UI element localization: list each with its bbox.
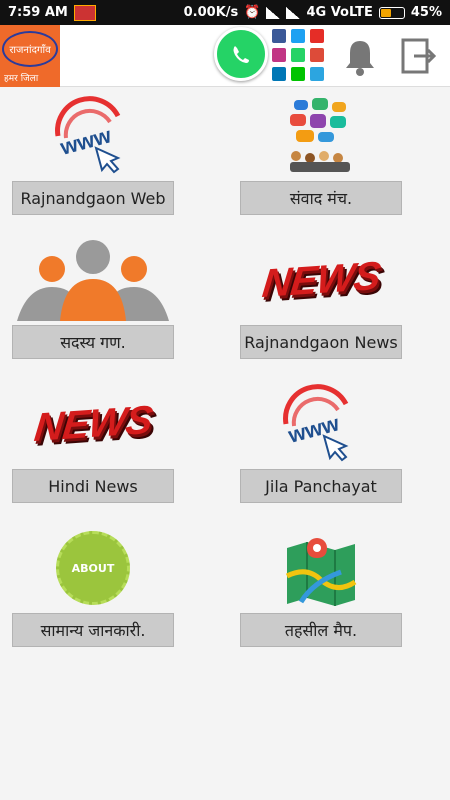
- members-icon: [12, 239, 174, 321]
- twitter-icon[interactable]: [291, 29, 305, 43]
- battery-icon: [378, 6, 405, 19]
- telegram-icon[interactable]: [310, 67, 324, 81]
- news-graphic: NEWS: [260, 253, 382, 306]
- linkedin-icon[interactable]: [272, 67, 286, 81]
- net-speed: 0.00K/s: [183, 5, 239, 20]
- tile-label: सामान्य जानकारी.: [12, 613, 174, 647]
- app-logo[interactable]: राजनांदगाँव हमर जिला: [0, 25, 60, 87]
- about-graphic: ABOUT: [56, 531, 130, 605]
- tile-label: Jila Panchayat: [240, 469, 402, 503]
- alarm-icon: ⏰: [244, 5, 261, 20]
- tile-label: Rajnandgaon News: [240, 325, 402, 359]
- notification-bell-icon[interactable]: [342, 37, 378, 77]
- news-icon: NEWS: [12, 383, 174, 465]
- facebook-icon[interactable]: [272, 29, 286, 43]
- social-links: [272, 29, 328, 81]
- chat-people-icon: [240, 95, 402, 177]
- logo-tagline: हमर जिला: [4, 74, 39, 84]
- notification-thumbnail-icon: [73, 4, 96, 21]
- about-icon: ABOUT: [12, 527, 174, 609]
- news-graphic: NEWS: [32, 397, 154, 450]
- app-header: राजनांदगाँव हमर जिला: [0, 25, 450, 87]
- status-time: 7:59 AM: [8, 5, 68, 20]
- signal-icon: [266, 6, 281, 19]
- google-plus-icon[interactable]: [310, 48, 324, 62]
- logo-title: राजनांदगाँव: [2, 31, 58, 67]
- tile-label: Hindi News: [12, 469, 174, 503]
- youtube-icon[interactable]: [310, 29, 324, 43]
- line-icon[interactable]: [291, 67, 305, 81]
- signal-icon: [286, 6, 301, 19]
- network-type: 4G VoLTE: [306, 5, 373, 20]
- whatsapp-icon[interactable]: [214, 27, 268, 81]
- tile-label: सदस्य गण.: [12, 325, 174, 359]
- tile-label: तहसील मैप.: [240, 613, 402, 647]
- www-cursor-icon: www: [240, 383, 402, 465]
- exit-icon[interactable]: [400, 37, 438, 75]
- map-icon: [240, 527, 402, 609]
- status-bar: 7:59 AM 0.00K/s ⏰ 4G VoLTE 45%: [0, 0, 450, 25]
- tile-label: संवाद मंच.: [240, 181, 402, 215]
- instagram-icon[interactable]: [272, 48, 286, 62]
- whatsapp-small-icon[interactable]: [291, 48, 305, 62]
- battery-percent: 45%: [410, 5, 442, 20]
- news-icon: NEWS: [240, 239, 402, 321]
- tile-label: Rajnandgaon Web: [12, 181, 174, 215]
- www-cursor-icon: www: [12, 95, 174, 177]
